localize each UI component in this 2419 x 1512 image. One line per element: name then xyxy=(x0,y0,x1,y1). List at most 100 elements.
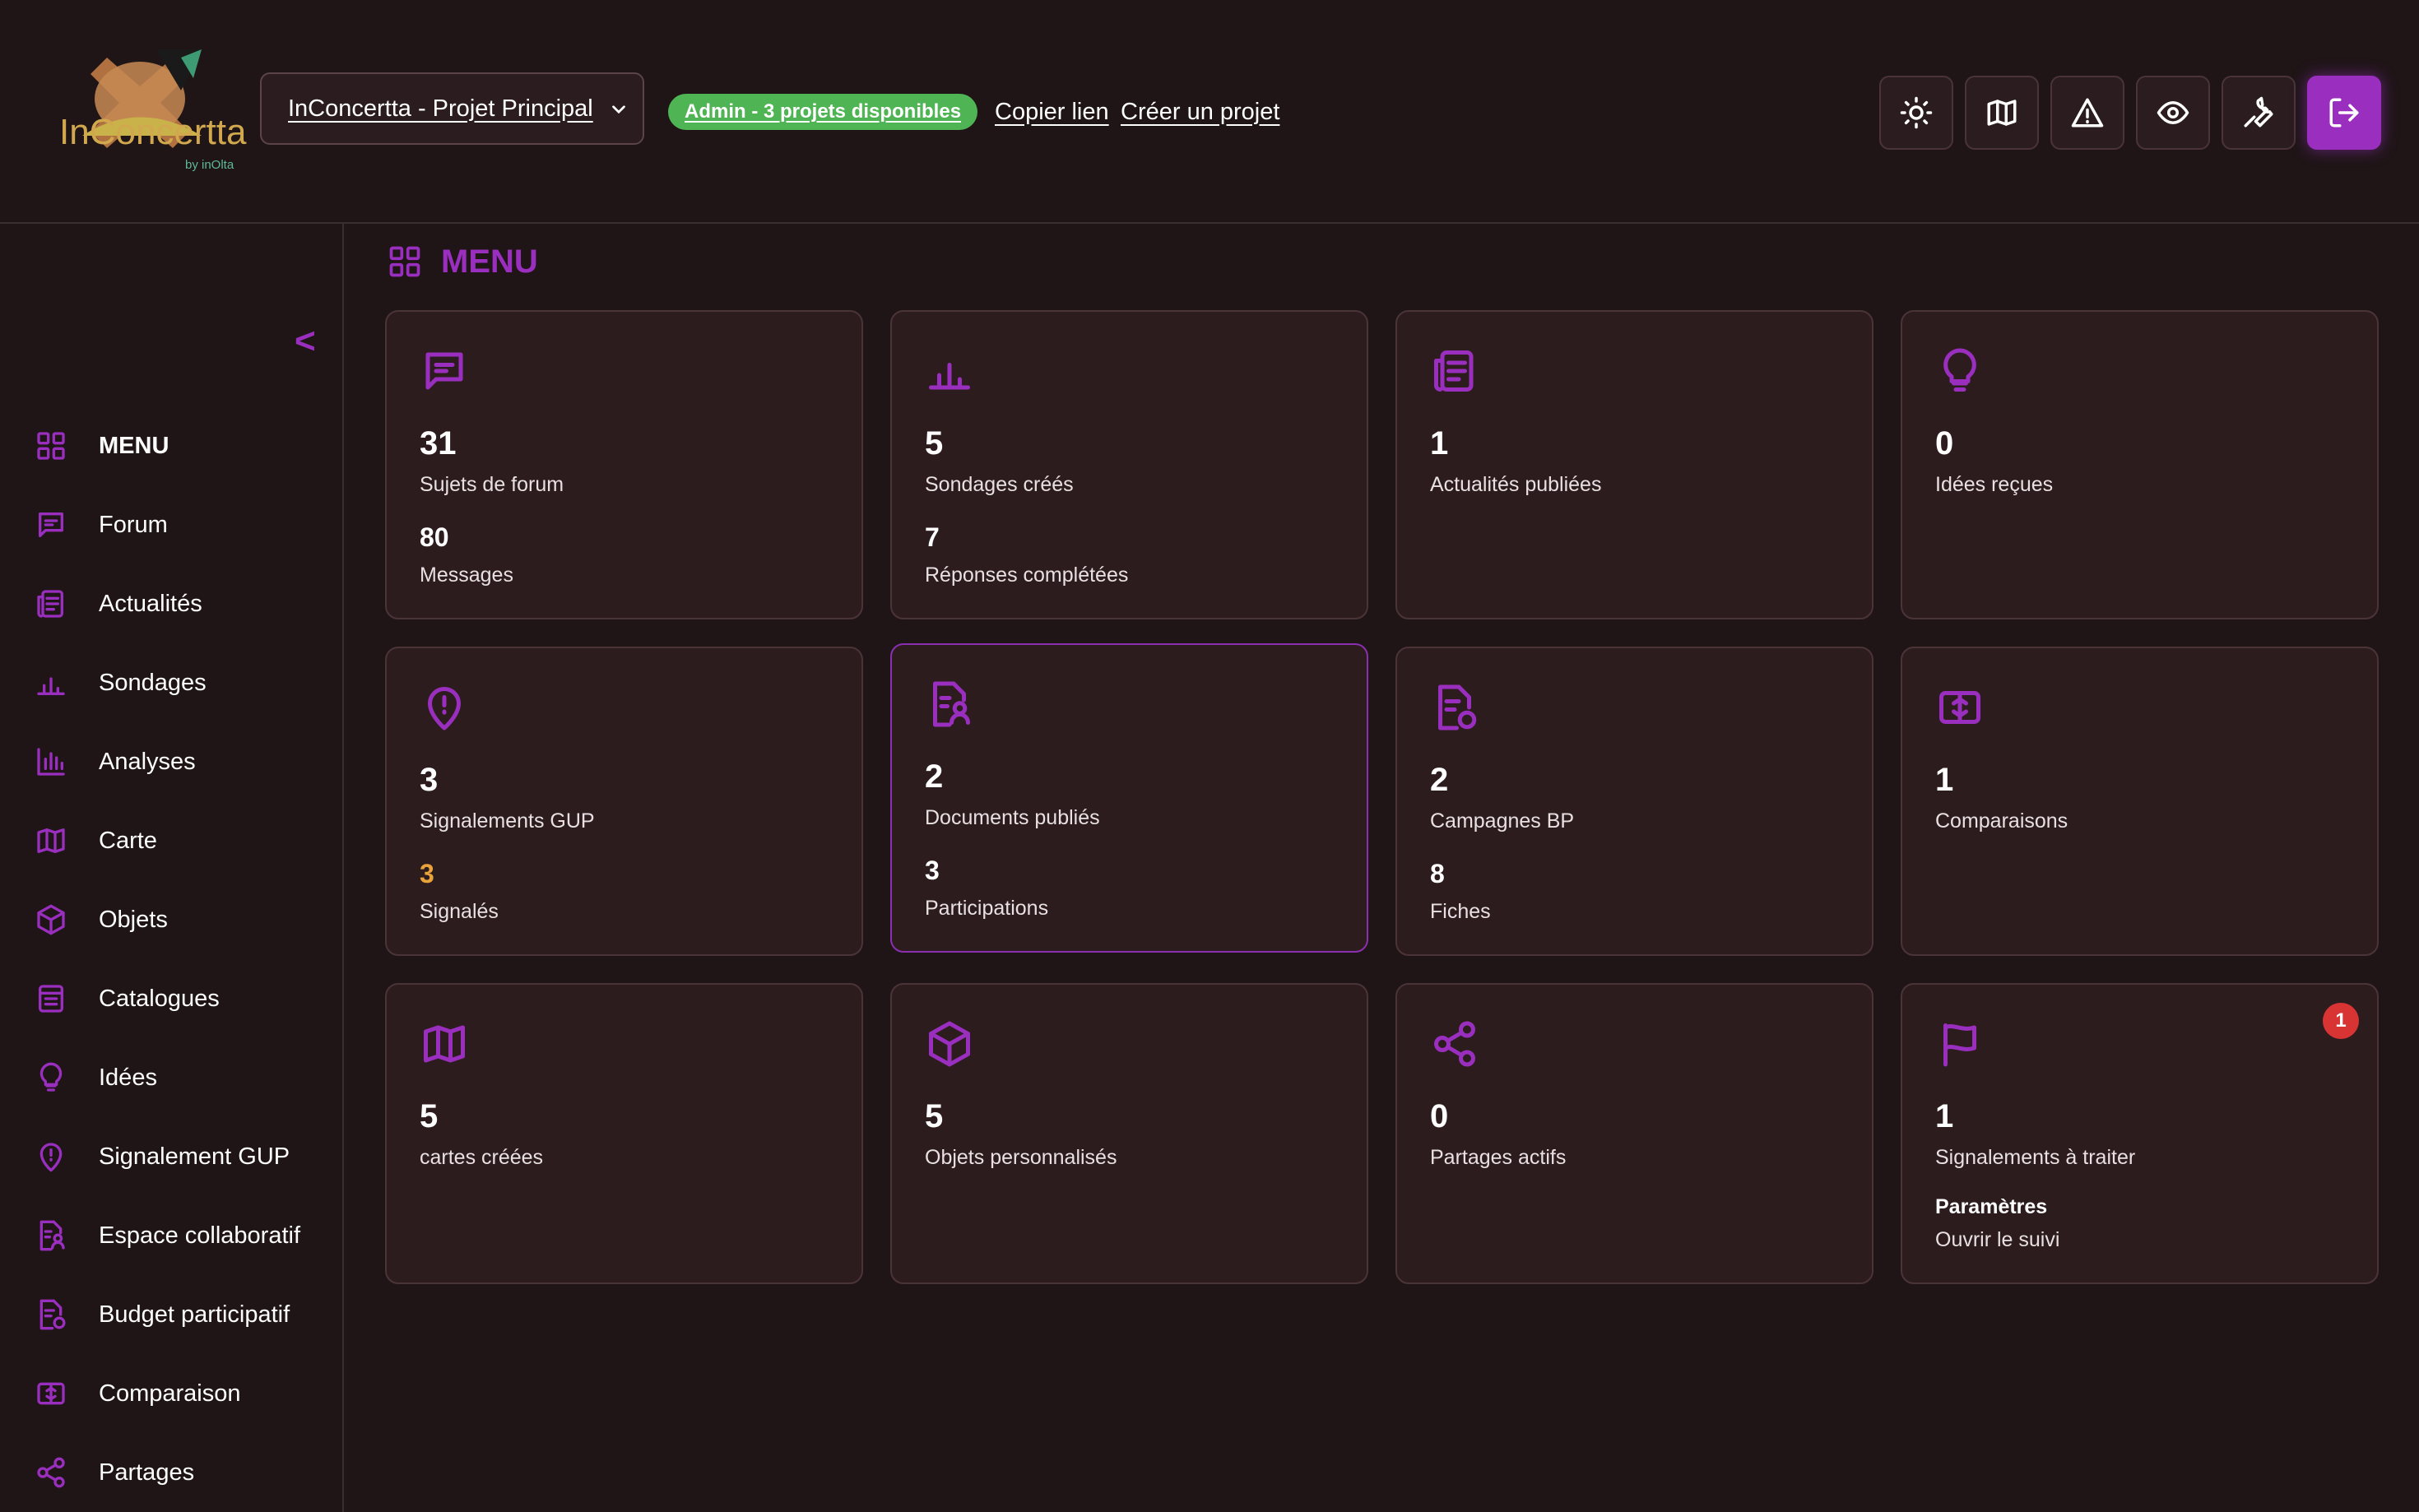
card-label: Sujets de forum xyxy=(420,473,564,496)
compare-icon xyxy=(37,1382,65,1405)
card-value: 0 xyxy=(1935,425,1954,461)
card-sondages[interactable]: 5 Sondages créés 7 Réponses complétées xyxy=(890,310,1368,619)
map-pin-alert-icon xyxy=(428,687,461,730)
card-value: 5 xyxy=(925,425,944,461)
project-select-label: InConcertta - Projet Principal xyxy=(288,95,593,122)
card-documents[interactable]: 2 Documents publiés 3 Participations xyxy=(890,643,1368,953)
card-value-secondary: 3 xyxy=(925,856,940,885)
logo[interactable]: InConcertta by inOlta xyxy=(58,41,248,181)
map-icon xyxy=(1987,100,2017,126)
copy-link[interactable]: Copier lien xyxy=(995,94,1109,130)
card-label-secondary: Fiches xyxy=(1430,900,1491,923)
card-comparaisons[interactable]: 1 Comparaisons xyxy=(1901,647,2379,956)
sidebar-item-label: Forum xyxy=(99,511,168,538)
admin-badge[interactable]: Admin - 3 projets disponibles xyxy=(668,94,978,130)
card-value: 1 xyxy=(1935,762,1954,798)
eye-icon xyxy=(2157,101,2189,124)
card-signalements-a-traiter[interactable]: 1 1 Signalements à traiter Paramètres Ou… xyxy=(1901,983,2379,1284)
catalog-icon xyxy=(39,985,64,1013)
cube-icon xyxy=(929,1021,970,1067)
sidebar: < MENU Forum Actualités Sondages Analyse… xyxy=(0,224,344,1512)
bar-chart-icon xyxy=(37,677,65,695)
analytics-icon xyxy=(37,748,65,776)
card-value: 2 xyxy=(1430,762,1449,798)
flag-icon xyxy=(1943,1023,1976,1067)
preview-button[interactable] xyxy=(2136,76,2210,150)
sidebar-item-espace-collaboratif[interactable]: Espace collaboratif xyxy=(35,1211,300,1260)
logo-byline: by inOlta xyxy=(185,158,234,172)
header: InConcertta by inOlta InConcertta - Proj… xyxy=(0,0,2419,224)
wrench-icon xyxy=(2244,96,2273,128)
sidebar-item-label: Idées xyxy=(99,1064,157,1091)
card-actualites[interactable]: 1 Actualités publiées xyxy=(1395,310,1873,619)
map-pin-alert-icon xyxy=(39,1143,63,1172)
sidebar-item-actualites[interactable]: Actualités xyxy=(35,579,202,628)
card-partages[interactable]: 0 Partages actifs xyxy=(1395,983,1873,1284)
card-label: Objets personnalisés xyxy=(925,1146,1117,1169)
sidebar-item-comparaison[interactable]: Comparaison xyxy=(35,1369,240,1418)
sidebar-item-label: Actualités xyxy=(99,590,202,617)
sidebar-item-partages[interactable]: Partages xyxy=(35,1448,194,1497)
sun-icon xyxy=(1900,96,1933,129)
card-cartes[interactable]: 5 cartes créées xyxy=(385,983,863,1284)
create-project-link[interactable]: Créer un projet xyxy=(1121,94,1279,130)
logout-button[interactable] xyxy=(2307,76,2381,150)
sidebar-item-label: Objets xyxy=(99,906,168,933)
sidebar-item-menu[interactable]: MENU xyxy=(35,421,169,471)
card-forum[interactable]: 31 Sujets de forum 80 Messages xyxy=(385,310,863,619)
card-value: 5 xyxy=(925,1098,944,1134)
sidebar-item-carte[interactable]: Carte xyxy=(35,816,157,865)
open-tracking-link[interactable]: Ouvrir le suivi xyxy=(1935,1228,2059,1252)
card-settings-title: Paramètres xyxy=(1935,1195,2048,1218)
card-campagnes-bp[interactable]: 2 Campagnes BP 8 Fiches xyxy=(1395,647,1873,956)
card-label: Campagnes BP xyxy=(1430,809,1575,833)
sidebar-item-forum[interactable]: Forum xyxy=(35,500,168,550)
sidebar-item-label: Analyses xyxy=(99,748,196,775)
card-value: 5 xyxy=(420,1098,439,1134)
map-button[interactable] xyxy=(1965,76,2039,150)
lightbulb-icon xyxy=(39,1062,63,1092)
sidebar-item-catalogues[interactable]: Catalogues xyxy=(35,974,220,1023)
card-value: 2 xyxy=(925,758,944,795)
settings-button[interactable] xyxy=(2222,76,2296,150)
sidebar-item-signalement-gup[interactable]: Signalement GUP xyxy=(35,1132,290,1181)
card-value-secondary: 3 xyxy=(420,859,434,888)
grid-icon xyxy=(37,432,65,460)
cube-icon xyxy=(37,904,65,935)
theme-toggle-button[interactable] xyxy=(1879,76,1953,150)
card-objets[interactable]: 5 Objets personnalisés xyxy=(890,983,1368,1284)
card-label: Idées reçues xyxy=(1935,473,2054,496)
card-value: 1 xyxy=(1935,1098,1954,1134)
alerts-button[interactable] xyxy=(2050,76,2124,150)
grid-icon xyxy=(389,246,420,277)
card-idees[interactable]: 0 Idées reçues xyxy=(1901,310,2379,619)
card-signalements-gup[interactable]: 3 Signalements GUP 3 Signalés xyxy=(385,647,863,956)
card-label: Sondages créés xyxy=(925,473,1074,496)
doc-user-icon xyxy=(39,1220,65,1251)
card-value: 31 xyxy=(420,425,457,461)
map-icon xyxy=(37,828,65,853)
card-value: 1 xyxy=(1430,425,1449,461)
project-select[interactable]: InConcertta - Projet Principal xyxy=(260,72,644,145)
sidebar-item-label: Carte xyxy=(99,827,157,854)
notification-badge: 1 xyxy=(2323,1003,2359,1039)
sidebar-item-analyses[interactable]: Analyses xyxy=(35,737,196,786)
card-value-secondary: 80 xyxy=(420,522,449,552)
share-icon xyxy=(1434,1021,1475,1067)
sidebar-item-label: Catalogues xyxy=(99,985,220,1012)
sidebar-item-budget-participatif[interactable]: Budget participatif xyxy=(35,1290,290,1339)
sidebar-item-label: MENU xyxy=(99,432,169,459)
sidebar-item-label: Signalement GUP xyxy=(99,1143,290,1170)
lightbulb-icon xyxy=(1943,348,1976,392)
newspaper-icon xyxy=(1434,350,1474,392)
card-value-secondary: 7 xyxy=(925,522,940,552)
message-icon xyxy=(425,352,463,390)
sidebar-item-sondages[interactable]: Sondages xyxy=(35,658,207,707)
card-value-secondary: 8 xyxy=(1430,859,1445,888)
sidebar-item-idees[interactable]: Idées xyxy=(35,1053,157,1102)
page-title-text: MENU xyxy=(441,243,538,280)
sidebar-item-label: Budget participatif xyxy=(99,1301,290,1328)
alert-triangle-icon xyxy=(2071,98,2104,128)
sidebar-item-objets[interactable]: Objets xyxy=(35,895,168,944)
collapse-sidebar-button[interactable]: < xyxy=(295,321,316,362)
